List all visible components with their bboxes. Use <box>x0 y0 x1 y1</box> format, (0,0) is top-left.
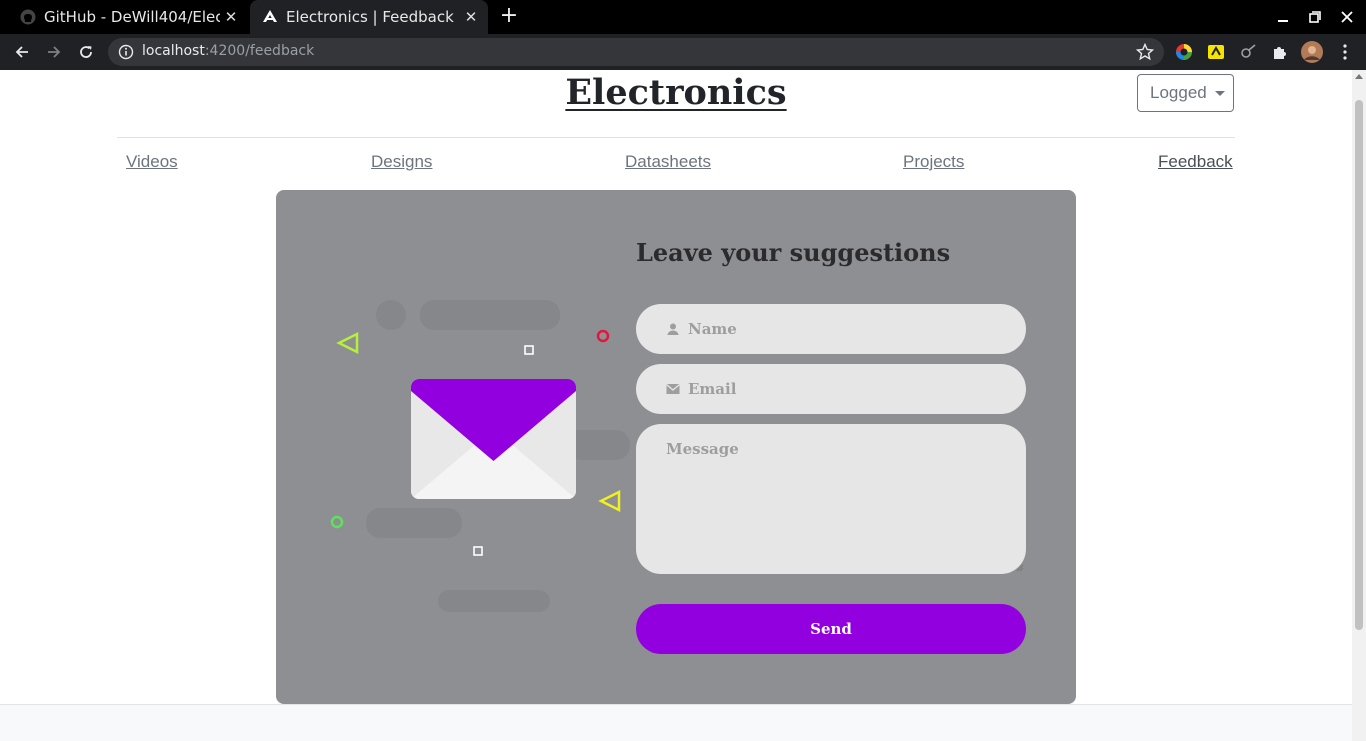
page-content: Electronics Logged Videos Designs Datash… <box>0 70 1352 741</box>
ring-icon <box>330 515 344 529</box>
decor-pill <box>420 300 560 330</box>
profile-avatar-icon[interactable] <box>1301 41 1323 63</box>
square-icon <box>473 546 483 556</box>
resize-handle-icon[interactable] <box>1016 564 1024 572</box>
brand-title[interactable]: Electronics <box>565 72 786 113</box>
more-menu-icon[interactable] <box>1336 43 1354 61</box>
angular-icon <box>263 10 277 22</box>
scroll-thumb[interactable] <box>1355 100 1363 630</box>
puzzle-extensions-icon[interactable] <box>1271 43 1289 61</box>
feedback-card: Leave your suggestions Name Email Messag… <box>276 190 1076 704</box>
user-menu-button[interactable]: Logged <box>1137 74 1234 112</box>
reload-icon[interactable] <box>74 40 98 64</box>
browser-toolbar: localhost:4200/feedback <box>0 34 1366 70</box>
email-placeholder: Email <box>688 380 737 398</box>
url-text[interactable]: localhost:4200/feedback <box>142 43 314 59</box>
github-icon <box>20 9 36 25</box>
square-icon <box>524 345 534 355</box>
nav-feedback[interactable]: Feedback <box>1158 152 1233 172</box>
message-textarea[interactable]: Message <box>636 424 1026 574</box>
envelope-icon <box>411 379 576 499</box>
triangle-icon <box>598 489 621 513</box>
email-field[interactable]: Email <box>636 364 1026 414</box>
envelope-small-icon <box>666 384 680 394</box>
name-placeholder: Name <box>688 320 737 338</box>
tab-github[interactable]: GitHub - DeWill404/Electronics ✕ <box>8 0 248 34</box>
address-bar[interactable]: localhost:4200/feedback <box>108 38 1164 66</box>
close-tab-icon[interactable]: ✕ <box>220 8 242 26</box>
nav-datasheets[interactable]: Datasheets <box>625 152 711 172</box>
bookmark-star-icon[interactable] <box>1136 43 1154 61</box>
back-icon[interactable] <box>10 40 34 64</box>
header-divider <box>117 137 1235 138</box>
scroll-up-icon[interactable] <box>1355 74 1363 79</box>
url-host: localhost <box>142 43 205 59</box>
color-picker-extension-icon[interactable] <box>1175 43 1193 61</box>
forward-icon[interactable] <box>42 40 66 64</box>
decor-circle <box>376 300 406 330</box>
name-field[interactable]: Name <box>636 304 1026 354</box>
new-tab-icon[interactable]: + <box>498 5 520 28</box>
caret-down-icon <box>1214 90 1225 96</box>
extension-icon[interactable] <box>1207 43 1225 61</box>
footer <box>0 704 1352 741</box>
spy-extension-icon[interactable] <box>1239 43 1257 61</box>
form-heading: Leave your suggestions <box>636 238 951 267</box>
send-button[interactable]: Send <box>636 604 1026 654</box>
close-window-icon[interactable] <box>1331 0 1363 34</box>
ring-icon <box>596 329 610 343</box>
tab-strip: GitHub - DeWill404/Electronics ✕ Electro… <box>0 0 1366 34</box>
decor-pill <box>438 590 550 612</box>
nav-designs[interactable]: Designs <box>371 152 432 172</box>
minimize-icon[interactable] <box>1267 0 1299 34</box>
url-path: :4200/feedback <box>204 43 315 59</box>
tab-title: GitHub - DeWill404/Electronics <box>44 8 220 26</box>
restore-icon[interactable] <box>1299 0 1331 34</box>
info-icon[interactable] <box>118 44 134 60</box>
close-tab-icon[interactable]: ✕ <box>460 8 482 26</box>
page-scrollbar[interactable] <box>1352 70 1366 741</box>
triangle-icon <box>336 331 359 355</box>
nav-videos[interactable]: Videos <box>126 152 178 172</box>
tab-title: Electronics | Feedback <box>286 8 454 26</box>
tab-feedback[interactable]: Electronics | Feedback ✕ <box>250 0 488 34</box>
user-menu-label: Logged <box>1150 83 1207 102</box>
user-icon <box>667 323 679 335</box>
nav-projects[interactable]: Projects <box>903 152 964 172</box>
decor-pill <box>366 508 462 538</box>
message-placeholder: Message <box>666 440 739 458</box>
